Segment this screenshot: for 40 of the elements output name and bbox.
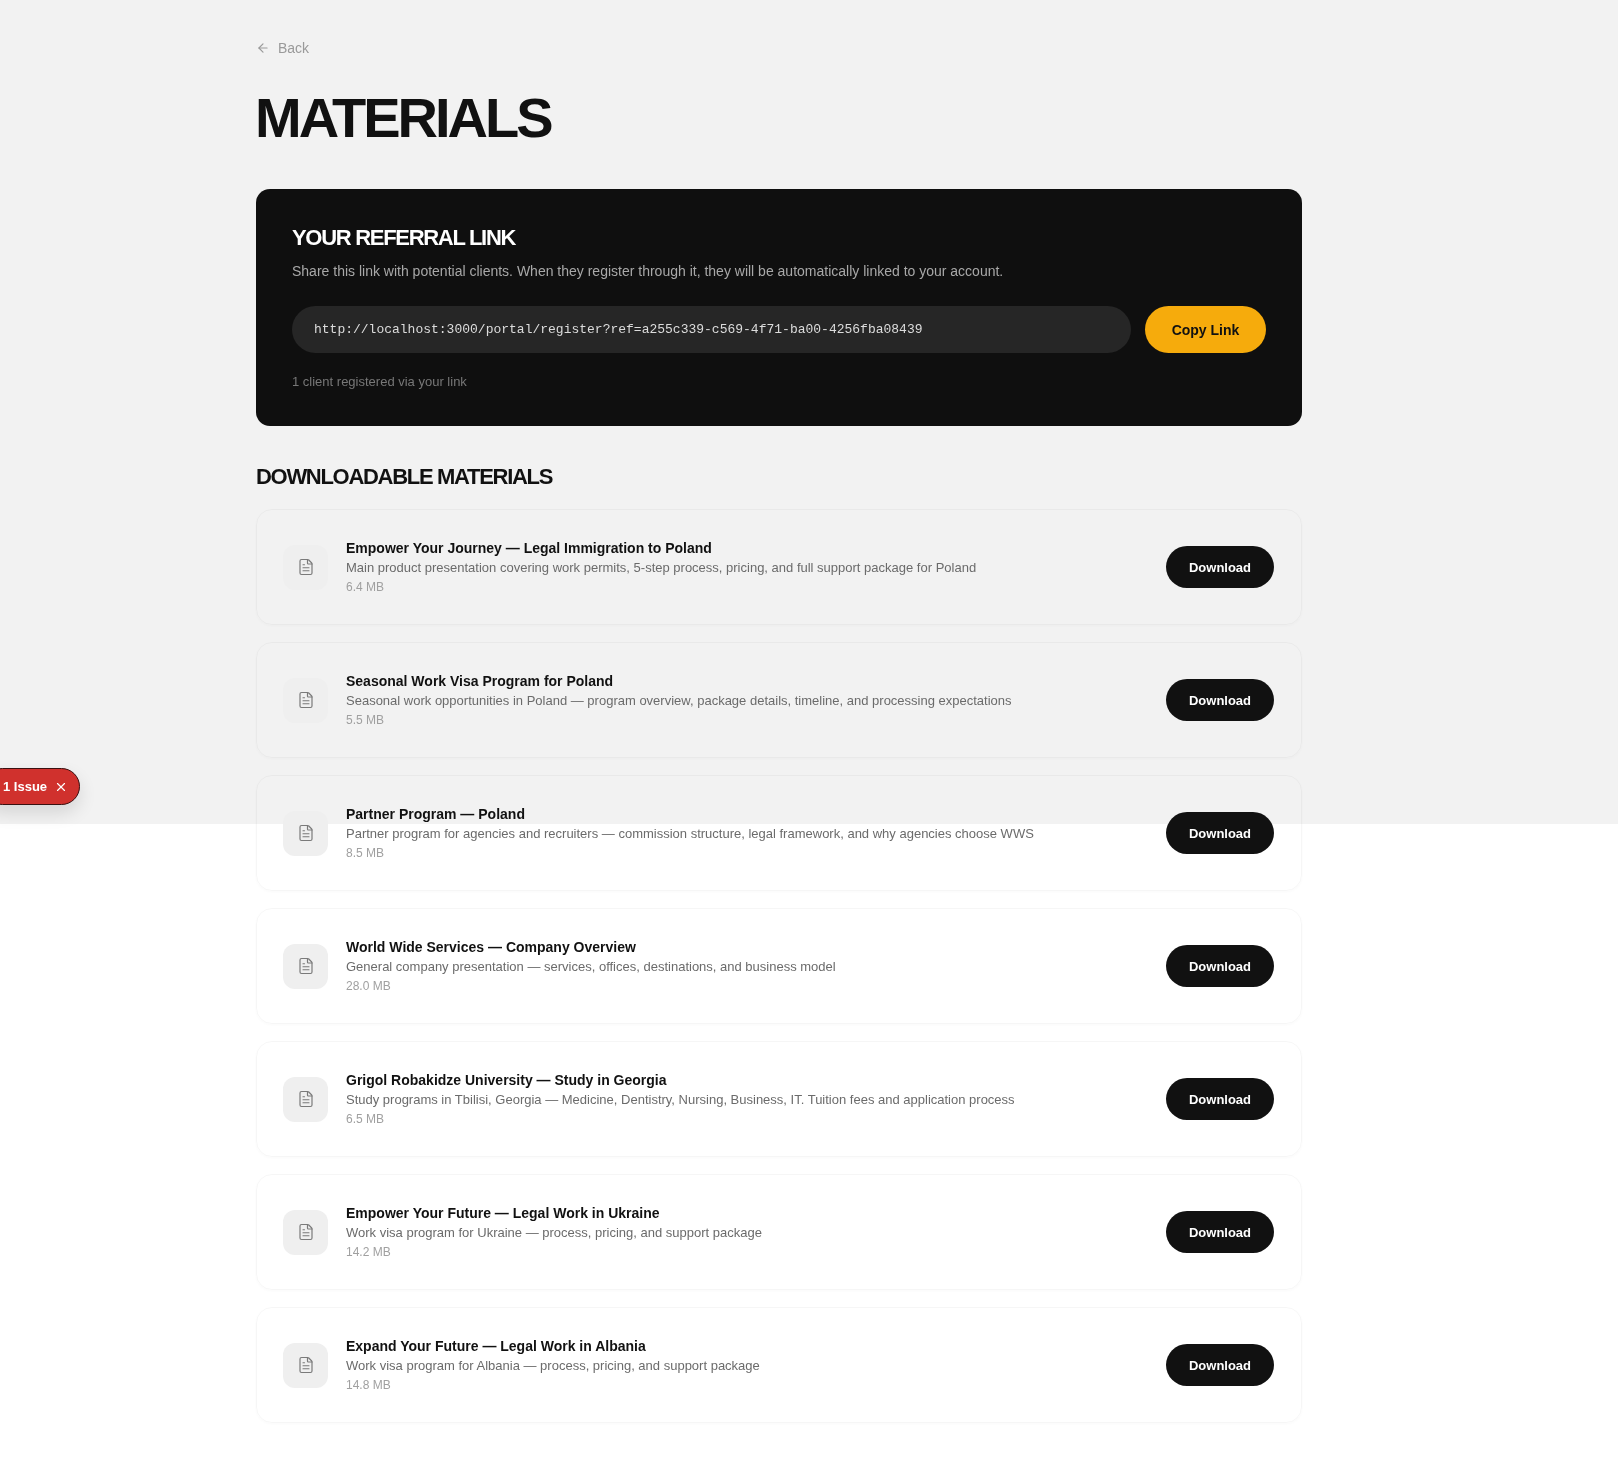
page-title: MATERIALS (255, 88, 551, 148)
material-title: World Wide Services — Company Overview (346, 938, 636, 957)
download-button[interactable]: Download (1166, 812, 1274, 854)
material-file-size: 28.0 MB (346, 978, 391, 995)
download-button[interactable]: Download (1166, 546, 1274, 588)
download-button[interactable]: Download (1166, 1344, 1274, 1386)
material-title: Expand Your Future — Legal Work in Albania (346, 1337, 646, 1356)
document-icon (283, 943, 328, 989)
material-title: Grigol Robakidze University — Study in Georgia (346, 1071, 667, 1090)
referral-link-field[interactable]: http://localhost:3000/portal/register?ref=a255c339-c569-4f71-ba00-4256fba08439 (292, 306, 1131, 353)
material-file-size: 8.5 MB (346, 845, 384, 862)
materials-heading: DOWNLOADABLE MATERIALS (256, 464, 553, 490)
material-file-size: 5.5 MB (346, 712, 384, 729)
referral-description: Share this link with potential clients. When they register through it, they will be automatically linked to your account. (292, 262, 1004, 281)
material-description: Work visa program for Albania — process, pricing, and support package (346, 1357, 760, 1375)
document-icon (283, 1342, 328, 1388)
material-title: Partner Program — Poland (346, 805, 525, 824)
download-button[interactable]: Download (1166, 945, 1274, 987)
material-title: Empower Your Journey — Legal Immigration to Poland (346, 539, 712, 558)
referral-title: YOUR REFERRAL LINK (292, 225, 516, 251)
issue-count-button[interactable]: 1 Issue (3, 779, 48, 794)
material-description: Main product presentation covering work permits, 5-step process, pricing, and full support package for Poland (346, 559, 977, 577)
material-file-size: 14.2 MB (346, 1244, 391, 1261)
material-file-size: 6.5 MB (346, 1111, 384, 1128)
material-file-size: 14.8 MB (346, 1377, 391, 1394)
registered-clients-note: 1 client registered via your link (292, 373, 467, 391)
download-button[interactable]: Download (1166, 1211, 1274, 1253)
material-title: Seasonal Work Visa Program for Poland (346, 672, 614, 691)
download-button[interactable]: Download (1166, 679, 1274, 721)
copy-link-button[interactable]: Copy Link (1145, 306, 1266, 353)
material-description: Work visa program for Ukraine — process, pricing, and support package (346, 1224, 762, 1242)
material-description: Seasonal work opportunities in Poland — program overview, package details, timeline, and processing expectations (346, 692, 1012, 710)
material-title: Empower Your Future — Legal Work in Ukraine (346, 1204, 660, 1223)
document-icon (283, 1076, 328, 1122)
material-description: Partner program for agencies and recruiters — commission structure, legal framework, and why agencies choose WWS (346, 825, 1034, 843)
material-description: Study programs in Tbilisi, Georgia — Medicine, Dentistry, Nursing, Business, IT. Tuition fees and application process (346, 1091, 1015, 1109)
material-file-size: 6.4 MB (346, 579, 384, 596)
download-button[interactable]: Download (1166, 1078, 1274, 1120)
document-icon (283, 1209, 328, 1255)
material-description: General company presentation — services, offices, destinations, and business model (346, 958, 836, 976)
